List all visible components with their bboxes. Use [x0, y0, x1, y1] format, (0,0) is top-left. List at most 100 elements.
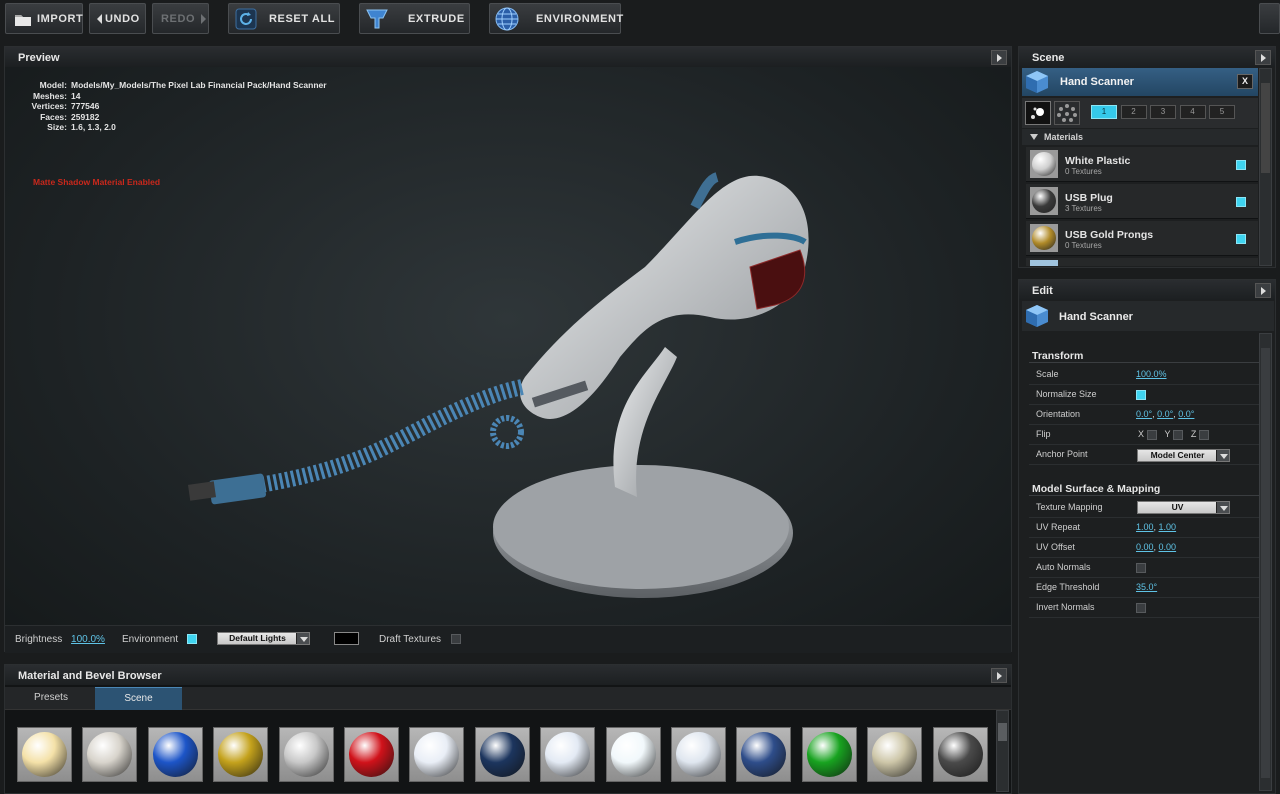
- environment-button[interactable]: ENVIRONMENT: [489, 3, 623, 34]
- layer-button-3[interactable]: 3: [1150, 105, 1176, 119]
- material-thumbnail[interactable]: [147, 727, 203, 782]
- material-thumbnail[interactable]: [213, 727, 269, 782]
- material-thumbnail[interactable]: [801, 727, 857, 782]
- layer-button-4[interactable]: 4: [1179, 105, 1206, 119]
- material-thumbnail[interactable]: [474, 727, 530, 782]
- environment-checkbox[interactable]: [186, 634, 197, 645]
- material-name: USB Plug: [1065, 192, 1113, 204]
- material-checkbox[interactable]: [1236, 197, 1246, 207]
- dots-ring-icon: [1057, 104, 1077, 122]
- chevron-left-icon: [97, 13, 102, 24]
- flip-row: Flip X Y Z: [1029, 425, 1259, 445]
- uv-repeat-v[interactable]: 1.00: [1159, 522, 1177, 532]
- layer-button-2[interactable]: 2: [1120, 105, 1147, 119]
- material-checkbox[interactable]: [1236, 234, 1246, 244]
- brightness-value[interactable]: 100.0%: [71, 634, 105, 645]
- redo-label: REDO: [161, 12, 196, 25]
- uv-repeat-u[interactable]: 1.00: [1136, 522, 1154, 532]
- texture-mapping-dropdown[interactable]: UV: [1137, 501, 1230, 514]
- edge-threshold-label: Edge Threshold: [1036, 582, 1100, 592]
- chevron-down-icon: [296, 633, 309, 644]
- browser-expand-button[interactable]: [991, 668, 1007, 683]
- brightness-label: Brightness: [15, 634, 63, 645]
- browser-scrollbar[interactable]: [996, 710, 1009, 792]
- normalize-checkbox[interactable]: [1136, 389, 1146, 400]
- surface-section-title: Model Surface & Mapping: [1032, 483, 1161, 495]
- material-thumbnail[interactable]: [867, 727, 923, 782]
- uv-offset-u[interactable]: 0.00: [1136, 542, 1154, 552]
- material-thumbnail[interactable]: [671, 727, 726, 782]
- material-thumbnail[interactable]: [82, 727, 138, 782]
- flip-label: Flip: [1036, 429, 1051, 439]
- nodes-icon: [1031, 107, 1044, 119]
- edit-scrollbar[interactable]: [1259, 333, 1272, 791]
- materials-header[interactable]: Materials: [1022, 129, 1258, 145]
- material-thumbnail[interactable]: [736, 727, 792, 782]
- app-window: IMPORT UNDO REDO RESET ALL EXTRUDE ENVIR…: [0, 0, 1280, 794]
- material-thumbnail[interactable]: [540, 727, 596, 782]
- close-button[interactable]: X: [1237, 74, 1253, 89]
- normalize-label: Normalize Size: [1036, 389, 1097, 399]
- material-thumbnail[interactable]: [344, 727, 399, 782]
- orientation-label: Orientation: [1036, 409, 1081, 419]
- orientation-y-value[interactable]: 0.0°: [1157, 409, 1173, 419]
- material-sphere: [806, 732, 852, 777]
- import-button[interactable]: IMPORT: [5, 3, 83, 34]
- material-thumbnail[interactable]: [409, 727, 465, 782]
- object-view-button[interactable]: [1025, 101, 1051, 125]
- scene-scrollbar[interactable]: [1259, 68, 1272, 266]
- material-sphere: [872, 732, 918, 777]
- material-row[interactable]: USB Plug 3 Textures: [1026, 184, 1258, 219]
- material-sphere: [937, 732, 983, 777]
- group-view-button[interactable]: [1054, 101, 1080, 125]
- redo-button[interactable]: REDO: [152, 3, 209, 34]
- invert-normals-checkbox[interactable]: [1136, 602, 1146, 613]
- material-thumbnail[interactable]: [17, 727, 72, 782]
- hand-scanner-model[interactable]: [5, 47, 1013, 653]
- browser-title: Material and Bevel Browser: [5, 665, 1011, 685]
- orientation-z-value[interactable]: 0.0°: [1178, 409, 1194, 419]
- draft-textures-checkbox[interactable]: [450, 634, 461, 645]
- material-textures: 0 Textures: [1065, 241, 1102, 250]
- material-thumbnail[interactable]: [278, 727, 334, 782]
- material-row[interactable]: USB Gold Prongs 0 Textures: [1026, 221, 1258, 256]
- reset-all-label: RESET ALL: [269, 12, 336, 25]
- environment-control: Environment: [122, 634, 197, 645]
- layer-button-1[interactable]: 1: [1091, 105, 1117, 119]
- material-checkbox[interactable]: [1236, 160, 1246, 170]
- anchor-dropdown[interactable]: Model Center: [1137, 449, 1230, 462]
- invert-normals-row: Invert Normals: [1029, 598, 1259, 618]
- material-sphere: [479, 732, 525, 777]
- edit-expand-button[interactable]: [1255, 283, 1271, 298]
- scene-expand-button[interactable]: [1255, 50, 1271, 65]
- reset-all-button[interactable]: RESET ALL: [228, 3, 340, 34]
- edit-title: Edit: [1019, 280, 1275, 300]
- scene-object-header[interactable]: Hand Scanner X: [1022, 68, 1258, 96]
- flip-x-checkbox[interactable]: [1146, 429, 1157, 440]
- texture-mapping-value: UV: [1171, 502, 1184, 512]
- lights-dropdown[interactable]: Default Lights: [217, 632, 310, 645]
- tab-scene[interactable]: Scene: [95, 687, 182, 710]
- orientation-x-value[interactable]: 0.0°: [1136, 409, 1152, 419]
- material-partial-row: [1026, 258, 1258, 266]
- material-row[interactable]: White Plastic 0 Textures: [1026, 147, 1258, 182]
- layer-button-5[interactable]: 5: [1209, 105, 1235, 119]
- flip-y-checkbox[interactable]: [1172, 429, 1183, 440]
- undo-button[interactable]: UNDO: [89, 3, 146, 34]
- auto-normals-checkbox[interactable]: [1136, 562, 1146, 573]
- flip-z-label: Z: [1190, 429, 1197, 439]
- material-thumbnail[interactable]: [932, 727, 988, 782]
- edge-threshold-value[interactable]: 35.0°: [1136, 582, 1157, 592]
- uv-offset-v[interactable]: 0.00: [1159, 542, 1177, 552]
- background-color-swatch[interactable]: [334, 632, 359, 645]
- extrude-button[interactable]: EXTRUDE: [359, 3, 470, 34]
- anchor-label: Anchor Point: [1036, 449, 1088, 459]
- material-preview: [1030, 224, 1058, 252]
- scale-value[interactable]: 100.0%: [1136, 369, 1167, 379]
- window-menu-button[interactable]: [1259, 3, 1280, 34]
- edit-object-header: Hand Scanner: [1022, 301, 1274, 331]
- flip-z-checkbox[interactable]: [1198, 429, 1209, 440]
- material-thumbnail[interactable]: [605, 727, 661, 782]
- draft-textures-label: Draft Textures: [379, 634, 442, 645]
- tab-presets[interactable]: Presets: [7, 687, 95, 710]
